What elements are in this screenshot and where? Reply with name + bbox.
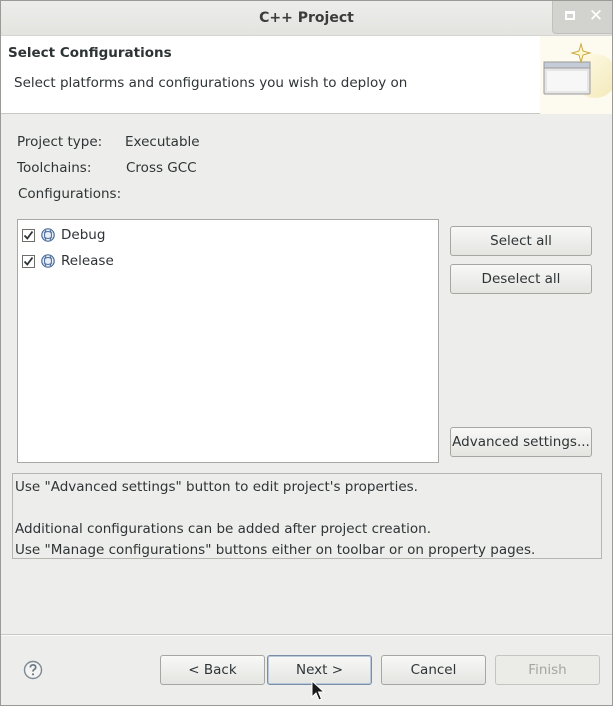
window-title: C++ Project [259, 10, 354, 26]
title-bar: C++ Project ✕ [1, 1, 612, 36]
toolchains-value: Cross GCC [126, 160, 197, 176]
deselect-all-button[interactable]: Deselect all [450, 264, 592, 294]
release-checkbox[interactable] [22, 254, 35, 268]
configuration-icon [41, 228, 55, 242]
maximize-icon [565, 11, 575, 20]
close-icon: ✕ [588, 6, 604, 26]
cpp-project-dialog: C++ Project ✕ Select Configurations Sele… [0, 0, 613, 706]
info-line-3: Use "Manage configurations" buttons eith… [15, 542, 536, 558]
window-controls: ✕ [552, 1, 612, 34]
finish-button[interactable]: Finish [495, 655, 600, 685]
back-button[interactable]: < Back [160, 655, 265, 685]
list-item-release[interactable]: Release [22, 251, 114, 271]
release-label: Release [61, 253, 114, 269]
maximize-button[interactable] [559, 5, 581, 27]
footer-separator-highlight [1, 635, 612, 636]
project-type-label: Project type: [17, 134, 103, 150]
configurations-list[interactable]: Debug Release [17, 219, 439, 463]
configurations-label: Configurations: [18, 186, 122, 202]
configuration-icon [41, 254, 55, 268]
page-title: Select Configurations [8, 45, 172, 61]
checkmark-icon [23, 230, 34, 240]
toolchains-label: Toolchains: [17, 160, 92, 176]
debug-label: Debug [61, 227, 106, 243]
close-button[interactable]: ✕ [585, 5, 607, 27]
advanced-settings-button[interactable]: Advanced settings... [450, 427, 592, 457]
info-line-1: Use "Advanced settings" button to edit p… [15, 479, 418, 495]
cancel-button[interactable]: Cancel [381, 655, 486, 685]
debug-checkbox[interactable] [22, 228, 35, 242]
page-description: Select platforms and configurations you … [14, 75, 408, 91]
help-icon[interactable] [23, 660, 43, 680]
info-panel: Use "Advanced settings" button to edit p… [12, 473, 602, 559]
wizard-banner-icon [540, 36, 612, 114]
wizard-header: Select Configurations Select platforms a… [1, 36, 612, 114]
select-all-button[interactable]: Select all [450, 226, 592, 256]
list-item-debug[interactable]: Debug [22, 225, 105, 245]
info-line-2: Additional configurations can be added a… [15, 521, 432, 537]
checkmark-icon [23, 256, 34, 266]
project-type-value: Executable [125, 134, 200, 150]
mouse-cursor-icon [311, 680, 325, 701]
